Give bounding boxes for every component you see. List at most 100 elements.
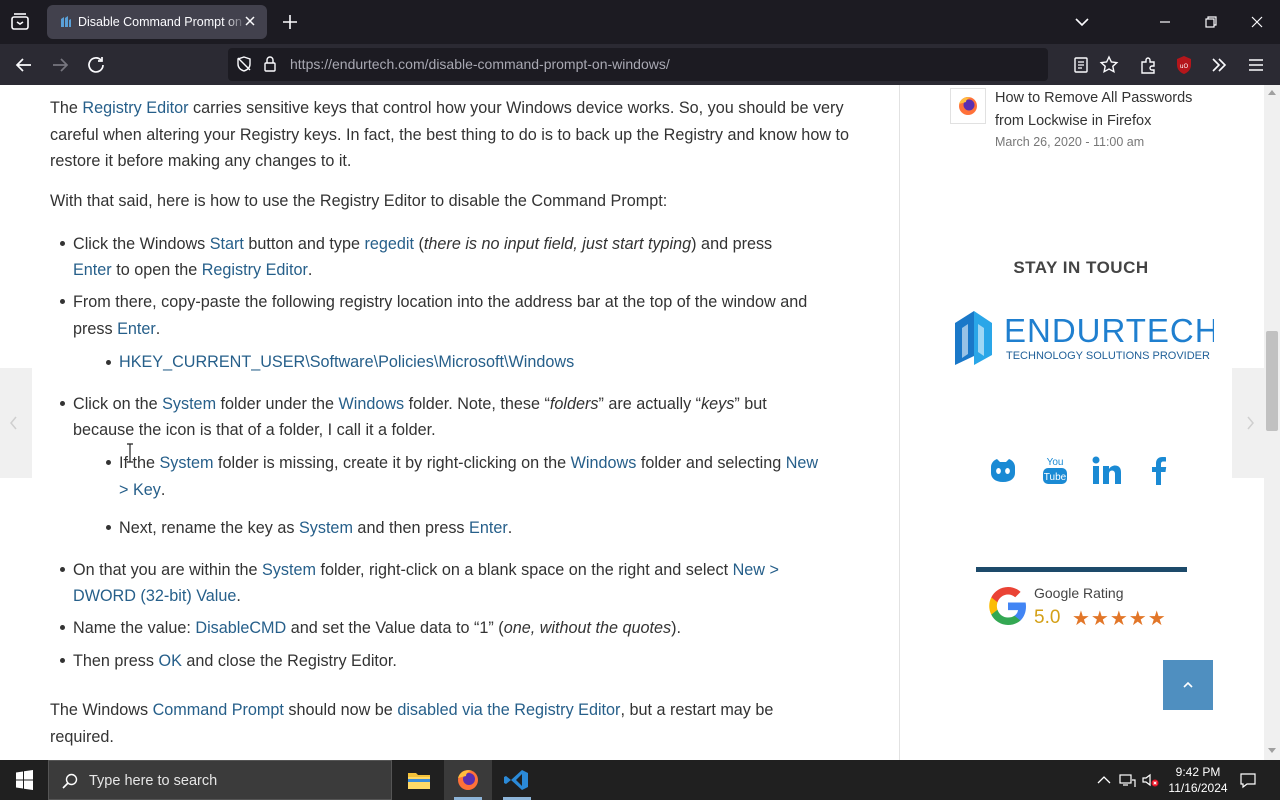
ublock-origin-icon[interactable]: uO [1173, 54, 1195, 76]
enter-link-2[interactable]: Enter [117, 320, 156, 338]
svg-text:You: You [1047, 457, 1064, 468]
taskbar-search-box[interactable]: Type here to search [48, 760, 392, 800]
forward-icon[interactable] [49, 54, 71, 76]
firefox-icon[interactable] [950, 88, 986, 124]
search-placeholder: Type here to search [89, 773, 218, 789]
list-all-tabs-icon[interactable] [1072, 12, 1092, 32]
registry-path-link[interactable]: HKEY_CURRENT_USER\Software\Policies\Micr… [119, 353, 574, 371]
disablecmd-link[interactable]: DisableCMD [195, 619, 286, 637]
notifications-icon[interactable] [1238, 770, 1258, 790]
new-link[interactable]: New [786, 454, 818, 472]
clock-date: 11/16/2024 [1168, 781, 1228, 795]
close-tab-icon[interactable] [241, 12, 259, 30]
bookmark-star-icon[interactable] [1098, 54, 1120, 76]
search-icon [62, 773, 78, 789]
taskbar-clock[interactable]: 9:42 PM 11/16/2024 [1160, 764, 1236, 796]
volume-muted-icon[interactable] [1140, 770, 1160, 790]
menu-icon[interactable] [1245, 54, 1267, 76]
scrollbar-thumb[interactable] [1266, 331, 1278, 431]
firefox-taskbar-icon[interactable] [444, 760, 492, 800]
scroll-down-icon[interactable] [1268, 748, 1276, 754]
scroll-to-top-button[interactable] [1163, 660, 1213, 710]
tracking-protection-icon[interactable] [235, 55, 253, 78]
list-item-1-line-2: Enter to open the Registry Editor. [73, 261, 313, 279]
system-link[interactable]: System [162, 395, 216, 413]
google-rating-badge[interactable]: Google Rating 5.0 ★★★★★ [976, 567, 1187, 637]
linkedin-icon[interactable] [1089, 453, 1125, 489]
system-link-3[interactable]: System [299, 519, 353, 537]
prev-post-arrow[interactable] [0, 368, 32, 478]
bullet-dot [60, 567, 65, 572]
bullet-dot [60, 299, 65, 304]
regedit-link[interactable]: regedit [365, 235, 415, 253]
dword-link[interactable]: DWORD (32-bit) Value [73, 587, 236, 605]
show-hidden-icons-icon[interactable] [1094, 770, 1114, 790]
list-item-2-line-2: press Enter. [73, 320, 161, 338]
page-content: The Registry Editor carries sensitive ke… [0, 85, 1264, 760]
bullet-dot [60, 658, 65, 663]
related-post-date: March 26, 2020 - 11:00 am [995, 135, 1145, 149]
logo-wordmark: ENDURTECH [1004, 312, 1214, 349]
file-explorer-icon[interactable] [395, 760, 443, 800]
scroll-up-icon[interactable] [1268, 89, 1276, 95]
registry-editor-link-2[interactable]: Registry Editor [202, 261, 308, 279]
related-post-link[interactable]: How to Remove All Passwords from Lockwis… [995, 87, 1205, 133]
new-tab-icon[interactable] [280, 12, 300, 32]
enter-link[interactable]: Enter [73, 261, 112, 279]
windows-link[interactable]: Windows [338, 395, 404, 413]
github-icon[interactable] [985, 453, 1021, 489]
browser-tabbar: Disable Command Prompt on Windows [0, 0, 1280, 44]
reload-icon[interactable] [85, 54, 107, 76]
start-link[interactable]: Start [210, 235, 244, 253]
new-link-2[interactable]: New > [733, 561, 779, 579]
vscode-taskbar-icon[interactable] [493, 760, 541, 800]
bullet-dot [60, 241, 65, 246]
bullet-dot [106, 460, 111, 465]
windows-start-icon[interactable] [0, 760, 48, 800]
minimize-icon[interactable] [1155, 12, 1175, 32]
system-link-2[interactable]: System [160, 454, 214, 472]
endurtech-logo[interactable]: ENDURTECH TECHNOLOGY SOLUTIONS PROVIDER [952, 307, 1219, 369]
bullet-dot [106, 525, 111, 530]
text-cursor-icon [126, 443, 134, 463]
registry-editor-link[interactable]: Registry Editor [82, 99, 188, 117]
facebook-icon[interactable] [1141, 453, 1177, 489]
url-text[interactable]: https://endurtech.com/disable-command-pr… [290, 56, 670, 72]
enter-link-3[interactable]: Enter [469, 519, 508, 537]
list-item-4-line-2: DWORD (32-bit) Value. [73, 587, 241, 605]
extensions-icon[interactable] [1137, 54, 1159, 76]
network-icon[interactable] [1117, 770, 1137, 790]
close-window-icon[interactable] [1247, 12, 1267, 32]
google-g-icon [986, 584, 1030, 633]
next-post-arrow[interactable] [1232, 368, 1264, 478]
command-prompt-link[interactable]: Command Prompt [153, 701, 284, 719]
svg-text:uO: uO [1180, 63, 1189, 70]
google-rating-score: 5.0 [1034, 607, 1061, 628]
sidebar: How to Remove All Passwords from Lockwis… [900, 85, 1264, 760]
key-link[interactable]: > Key [119, 481, 161, 499]
system-link-4[interactable]: System [262, 561, 316, 579]
tab-list-icon[interactable] [8, 10, 32, 34]
youtube-icon[interactable]: You Tube [1037, 453, 1073, 489]
list-item-3-sub-2: Next, rename the key as System and then … [119, 519, 513, 537]
page-scrollbar[interactable] [1264, 85, 1280, 760]
reader-view-icon[interactable] [1070, 54, 1092, 76]
ok-link[interactable]: OK [158, 652, 181, 670]
windows-link-2[interactable]: Windows [571, 454, 637, 472]
lock-icon[interactable] [262, 55, 278, 78]
list-item-2-sub: HKEY_CURRENT_USER\Software\Policies\Micr… [119, 349, 574, 376]
paragraph-conclusion: The Windows Command Prompt should now be… [50, 701, 774, 746]
list-item-2-line-1: From there, copy-paste the following reg… [73, 293, 808, 311]
list-item-4-line-1: On that you are within the System folder… [73, 561, 779, 579]
url-bar[interactable]: https://endurtech.com/disable-command-pr… [228, 48, 1048, 81]
site-favicon-icon [59, 15, 73, 34]
url-domain: https://endurtech.com [290, 56, 425, 72]
back-icon[interactable] [13, 54, 35, 76]
svg-text:Tube: Tube [1044, 472, 1067, 483]
more-tools-icon[interactable] [1208, 54, 1230, 76]
disabled-via-registry-link[interactable]: disabled via the Registry Editor [397, 701, 620, 719]
list-item-3-line-2: because the icon is that of a folder, I … [73, 421, 436, 439]
restore-icon[interactable] [1201, 12, 1221, 32]
paragraph-intro: The Registry Editor carries sensitive ke… [50, 99, 850, 170]
browser-tab[interactable]: Disable Command Prompt on Windows [47, 5, 267, 39]
